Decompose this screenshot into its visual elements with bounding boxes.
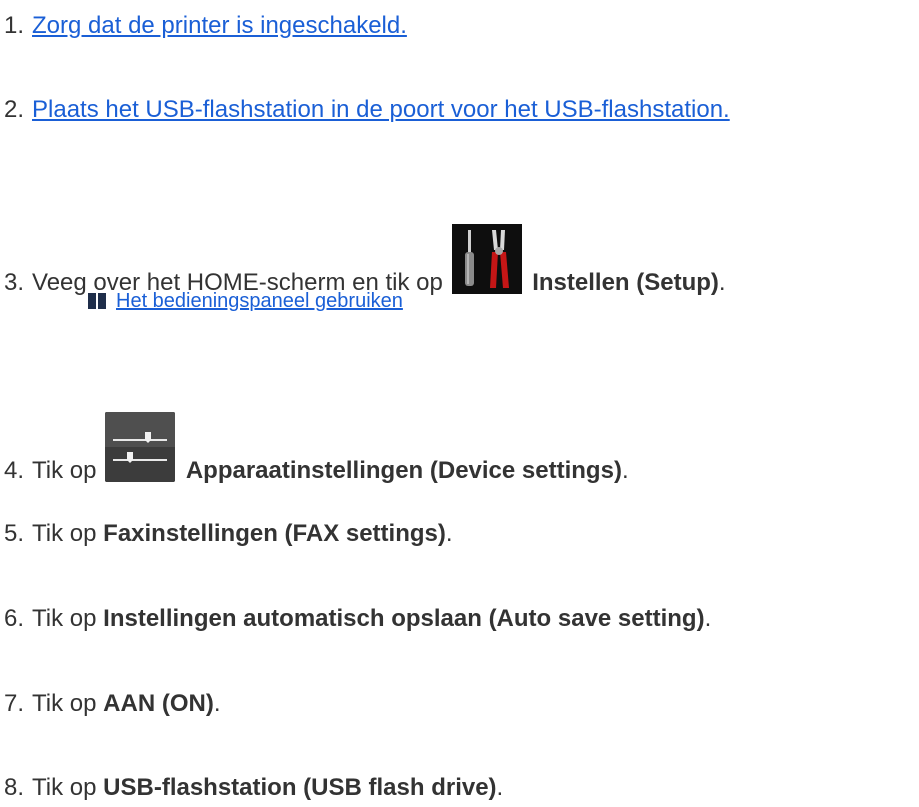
insert-usb-link[interactable]: Plaats het USB-flashstation in de poort … [32, 96, 730, 123]
setup-label: Instellen (Setup) [532, 269, 719, 296]
operation-panel-link[interactable]: Het bedieningspaneel gebruiken [116, 290, 403, 312]
device-settings-label: Apparaatinstellingen (Device settings) [185, 457, 622, 484]
step-number: 5. [4, 520, 25, 547]
step-5: 5. Tik op Faxinstellingen (FAX settings). [4, 520, 453, 548]
step-number: 2. [4, 96, 25, 123]
auto-save-label: Instellingen automatisch opslaan (Auto s… [103, 605, 705, 632]
step-number: 6. [4, 605, 25, 632]
step-punct: . [621, 457, 629, 484]
on-label: AAN (ON) [103, 690, 214, 717]
device-settings-icon [105, 412, 176, 482]
step-number: 8. [4, 774, 25, 801]
step-text: Tik op [32, 690, 97, 717]
step-text: Tik op [32, 605, 97, 632]
step-text: Tik op [32, 520, 97, 547]
step-4: 4. Tik op Apparaatinstellingen (Device se… [4, 412, 629, 484]
step-punct: . [718, 269, 726, 296]
step-7: 7. Tik op AAN (ON). [4, 690, 220, 718]
step-number: 7. [4, 690, 25, 717]
step-number: 1. [4, 12, 25, 39]
step-punct: . [704, 605, 712, 632]
step-2: 2. Plaats het USB-flashstation in de poor… [4, 96, 730, 124]
step-punct: . [445, 520, 453, 547]
step-punct: . [213, 690, 221, 717]
usb-flash-drive-label: USB-flashstation (USB flash drive) [103, 774, 497, 801]
step-number: 3. [4, 269, 25, 296]
step-text: Tik op [32, 457, 97, 484]
step-3: 3. Veeg over het HOME-scherm en tik op In… [4, 224, 726, 296]
sub-link-row: Het bedieningspaneel gebruiken [88, 289, 403, 313]
step-8: 8. Tik op USB-flashstation (USB flash dri… [4, 774, 503, 802]
step-text: Tik op [32, 774, 97, 801]
printer-on-link[interactable]: Zorg dat de printer is ingeschakeld. [32, 12, 407, 39]
page: { "steps": [ {"num": "1.", "link": "Zorg… [0, 0, 919, 807]
book-icon [88, 293, 106, 309]
setup-icon [451, 224, 522, 294]
step-1: 1. Zorg dat de printer is ingeschakeld. [4, 12, 407, 40]
step-punct: . [496, 774, 504, 801]
step-6: 6. Tik op Instellingen automatisch opslaa… [4, 605, 711, 633]
step-number: 4. [4, 457, 25, 484]
fax-settings-label: Faxinstellingen (FAX settings) [103, 520, 446, 547]
